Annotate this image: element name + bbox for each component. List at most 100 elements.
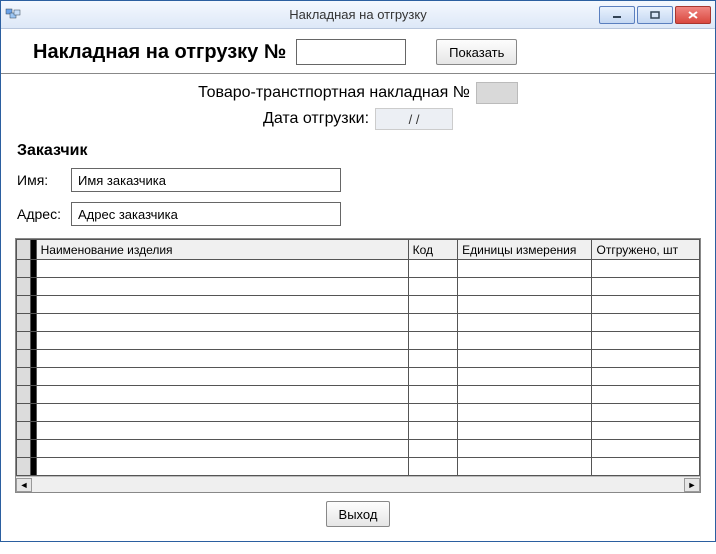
row-header[interactable] — [17, 350, 31, 368]
grid-cell[interactable] — [408, 278, 458, 296]
grid-cell[interactable] — [592, 386, 700, 404]
scroll-right-icon[interactable]: ► — [684, 478, 700, 492]
grid-cell[interactable] — [408, 404, 458, 422]
grid-cell[interactable] — [592, 296, 700, 314]
customer-name-label: Имя: — [17, 172, 63, 188]
table-row[interactable] — [17, 368, 700, 386]
table-row[interactable] — [17, 458, 700, 476]
grid-cell[interactable] — [458, 350, 592, 368]
scroll-left-icon[interactable]: ◄ — [16, 478, 32, 492]
customer-name-input[interactable] — [71, 168, 341, 192]
col-unit[interactable]: Единицы измерения — [458, 240, 592, 260]
grid-cell[interactable] — [458, 440, 592, 458]
grid-cell[interactable] — [592, 404, 700, 422]
window-controls — [599, 6, 711, 24]
customer-name-row: Имя: — [1, 166, 715, 200]
grid-cell[interactable] — [592, 350, 700, 368]
row-header[interactable] — [17, 386, 31, 404]
table-row[interactable] — [17, 296, 700, 314]
grid-cell[interactable] — [408, 368, 458, 386]
app-icon — [5, 7, 21, 23]
grid-cell[interactable] — [458, 278, 592, 296]
grid-cell[interactable] — [36, 260, 408, 278]
show-button[interactable]: Показать — [436, 39, 517, 65]
grid-cell[interactable] — [592, 278, 700, 296]
row-header[interactable] — [17, 332, 31, 350]
customer-addr-row: Адрес: — [1, 200, 715, 234]
grid-cell[interactable] — [36, 404, 408, 422]
table-row[interactable] — [17, 404, 700, 422]
row-header[interactable] — [17, 368, 31, 386]
grid-cell[interactable] — [36, 350, 408, 368]
grid-cell[interactable] — [592, 368, 700, 386]
grid-cell[interactable] — [36, 458, 408, 476]
col-code[interactable]: Код — [408, 240, 458, 260]
row-header[interactable] — [17, 440, 31, 458]
minimize-button[interactable] — [599, 6, 635, 24]
grid-cell[interactable] — [36, 296, 408, 314]
grid-cell[interactable] — [36, 386, 408, 404]
grid-cell[interactable] — [458, 296, 592, 314]
grid-hscrollbar[interactable]: ◄ ► — [16, 476, 700, 492]
col-shipped[interactable]: Отгружено, шт — [592, 240, 700, 260]
grid-cell[interactable] — [408, 350, 458, 368]
row-header[interactable] — [17, 404, 31, 422]
grid-cell[interactable] — [458, 314, 592, 332]
grid-corner — [17, 240, 31, 260]
grid-cell[interactable] — [408, 314, 458, 332]
table-row[interactable] — [17, 422, 700, 440]
grid-cell[interactable] — [592, 314, 700, 332]
grid-cell[interactable] — [36, 314, 408, 332]
grid-cell[interactable] — [408, 422, 458, 440]
row-header[interactable] — [17, 458, 31, 476]
table-row[interactable] — [17, 386, 700, 404]
grid-cell[interactable] — [458, 332, 592, 350]
grid-cell[interactable] — [458, 260, 592, 278]
row-header[interactable] — [17, 260, 31, 278]
grid-cell[interactable] — [36, 332, 408, 350]
grid-cell[interactable] — [408, 296, 458, 314]
exit-button[interactable]: Выход — [326, 501, 391, 527]
grid-cell[interactable] — [36, 278, 408, 296]
table-row[interactable] — [17, 314, 700, 332]
grid-cell[interactable] — [458, 458, 592, 476]
table-row[interactable] — [17, 440, 700, 458]
grid-cell[interactable] — [458, 404, 592, 422]
grid-cell[interactable] — [592, 440, 700, 458]
row-header[interactable] — [17, 422, 31, 440]
client-area: Накладная на отгрузку № Показать Товаро-… — [1, 29, 715, 541]
ship-date-label: Дата отгрузки: — [263, 110, 369, 128]
row-header[interactable] — [17, 296, 31, 314]
table-row[interactable] — [17, 350, 700, 368]
titlebar: Накладная на отгрузку — [1, 1, 715, 29]
table-row[interactable] — [17, 278, 700, 296]
grid-cell[interactable] — [592, 458, 700, 476]
grid-cell[interactable] — [36, 440, 408, 458]
grid-cell[interactable] — [592, 332, 700, 350]
grid-cell[interactable] — [592, 260, 700, 278]
grid-cell[interactable] — [36, 368, 408, 386]
grid-cell[interactable] — [36, 422, 408, 440]
row-header[interactable] — [17, 278, 31, 296]
grid-cell[interactable] — [458, 386, 592, 404]
table-row[interactable] — [17, 260, 700, 278]
grid-cell[interactable] — [408, 332, 458, 350]
shipment-number-input[interactable] — [296, 39, 406, 65]
grid-cell[interactable] — [408, 386, 458, 404]
customer-addr-label: Адрес: — [17, 206, 63, 222]
table-row[interactable] — [17, 332, 700, 350]
grid-cell[interactable] — [408, 260, 458, 278]
grid-cell[interactable] — [458, 368, 592, 386]
col-product-name[interactable]: Наименование изделия — [36, 240, 408, 260]
row-header[interactable] — [17, 314, 31, 332]
customer-addr-input[interactable] — [71, 202, 341, 226]
app-window: Накладная на отгрузку Накладная на отгру… — [0, 0, 716, 542]
grid-cell[interactable] — [408, 458, 458, 476]
maximize-button[interactable] — [637, 6, 673, 24]
items-grid[interactable]: Наименование изделия Код Единицы измерен… — [16, 239, 700, 476]
grid-cell[interactable] — [408, 440, 458, 458]
close-button[interactable] — [675, 6, 711, 24]
grid-cell[interactable] — [458, 422, 592, 440]
ttn-value-box — [476, 82, 518, 104]
grid-cell[interactable] — [592, 422, 700, 440]
